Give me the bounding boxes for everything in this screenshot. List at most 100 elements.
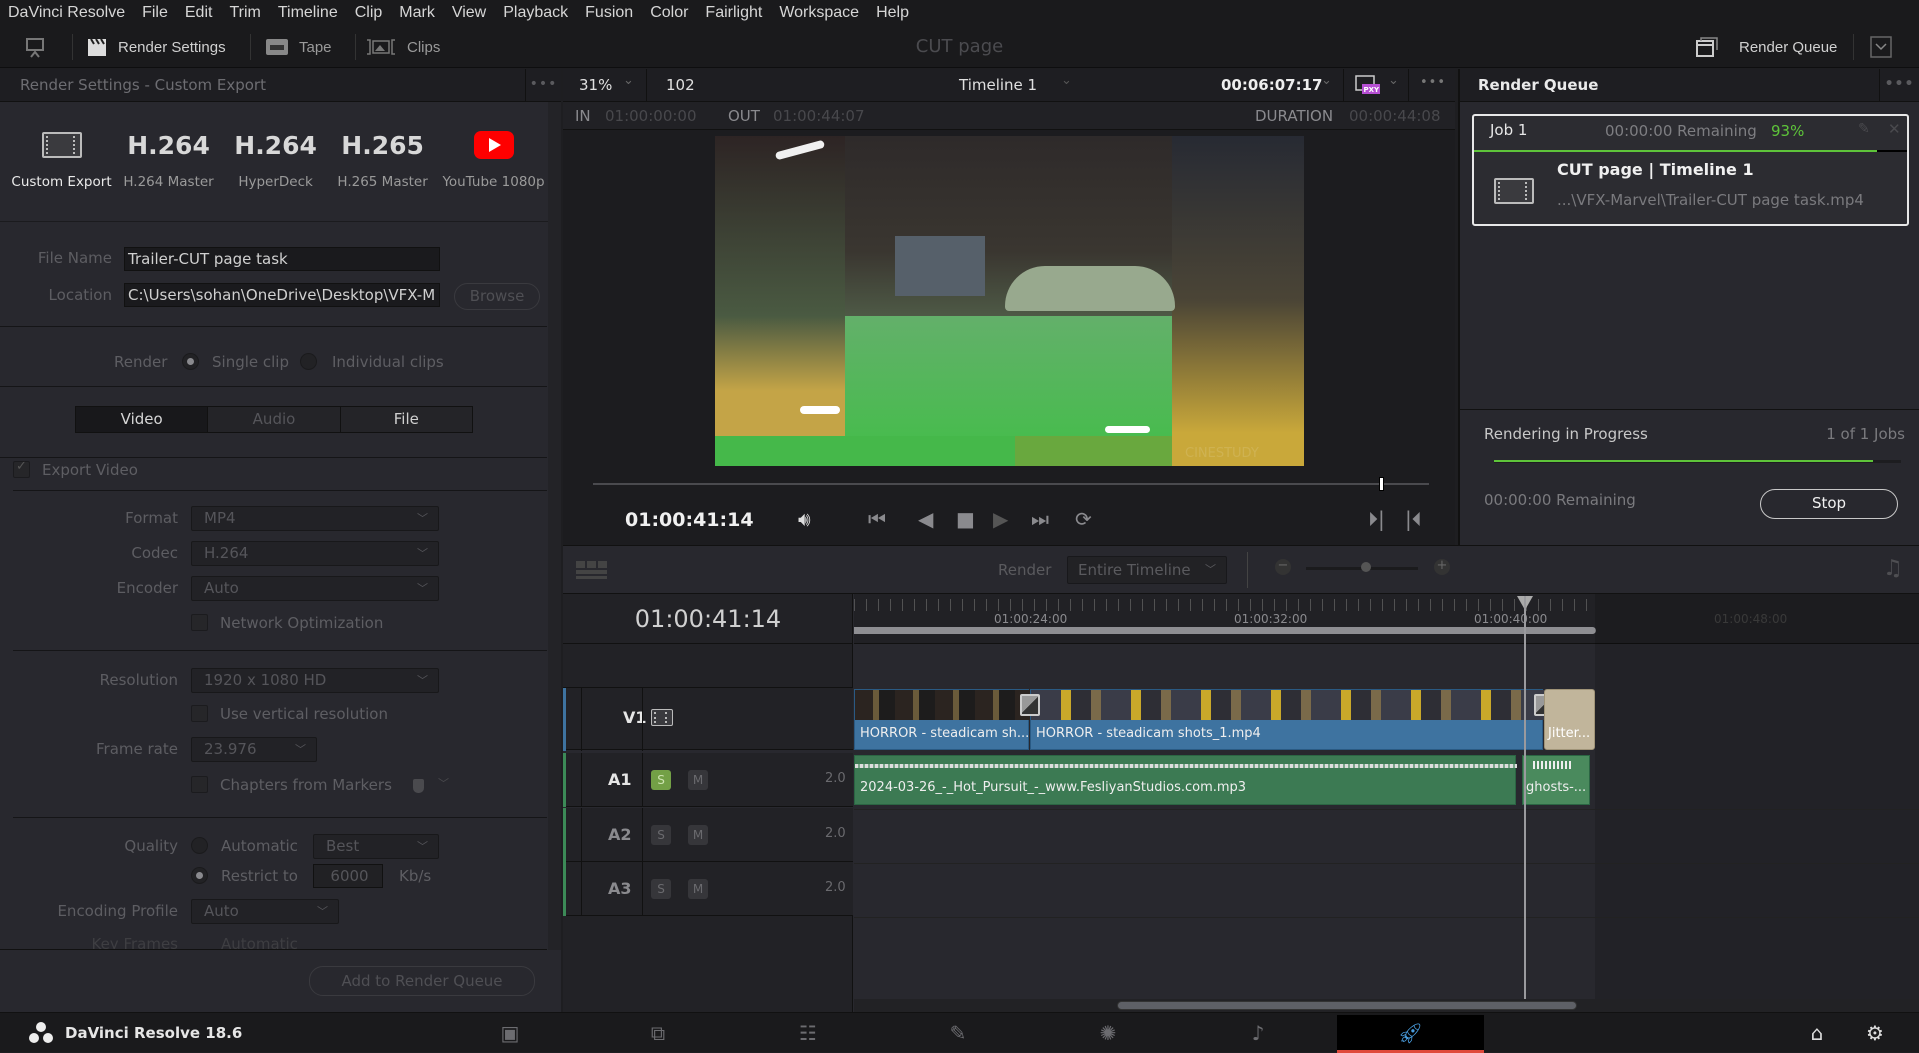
track-header-a1[interactable]: A1 S M 2.0 <box>563 753 853 807</box>
marker-color-icon[interactable] <box>413 779 424 793</box>
timeline-area[interactable]: 01:00:24:00 01:00:32:00 01:00:40:00 01:0… <box>854 594 1919 1013</box>
quality-automatic-radio[interactable] <box>191 837 208 854</box>
menu-fairlight[interactable]: Fairlight <box>705 4 762 22</box>
more-options-button[interactable]: ••• <box>525 69 561 102</box>
track-header-a2[interactable]: A2 S M 2.0 <box>563 808 853 862</box>
menu-view[interactable]: View <box>452 4 486 22</box>
preset-h265-master[interactable]: H.265 H.265 Master <box>329 120 436 221</box>
home-icon[interactable]: ⌂ <box>1787 1013 1847 1053</box>
preset-hyperdeck[interactable]: H.264 HyperDeck <box>222 120 329 221</box>
queue-options-button[interactable]: ••• <box>1879 69 1919 102</box>
menu-workspace[interactable]: Workspace <box>779 4 859 22</box>
zoom-level[interactable]: 31% <box>579 76 612 94</box>
encoding-profile-select[interactable]: Auto ﹀ <box>191 899 339 924</box>
menu-davinci[interactable]: DaVinci Resolve <box>8 4 125 22</box>
remove-job-icon[interactable]: ✕ <box>1888 120 1901 138</box>
add-to-render-queue-button[interactable]: Add to Render Queue <box>309 966 535 996</box>
chevron-down-icon[interactable]: ⌄ <box>1321 73 1332 88</box>
menu-mark[interactable]: Mark <box>399 4 435 22</box>
menu-color[interactable]: Color <box>650 4 688 22</box>
menu-playback[interactable]: Playback <box>503 4 568 22</box>
cut-page-icon[interactable]: ⧉ <box>628 1013 688 1053</box>
settings-gear-icon[interactable]: ⚙ <box>1845 1013 1905 1053</box>
preset-youtube[interactable]: YouTube 1080p <box>436 120 551 221</box>
edit-page-icon[interactable]: ☷ <box>778 1013 838 1053</box>
quality-select[interactable]: Best ﹀ <box>313 834 439 859</box>
playhead[interactable] <box>1524 596 1526 1006</box>
loop-button[interactable]: ⟳ <box>1075 507 1092 531</box>
tab-video[interactable]: Video <box>76 407 209 432</box>
stop-render-button[interactable]: Stop <box>1760 489 1898 519</box>
timeline-selector[interactable]: Timeline 1 <box>959 76 1037 94</box>
zoom-out-button[interactable]: − <box>1275 559 1291 575</box>
solo-button[interactable]: S <box>651 770 671 790</box>
edit-job-icon[interactable]: ✎ <box>1858 121 1870 137</box>
preset-custom-export[interactable]: Custom Export <box>8 120 115 221</box>
monitor-toggle[interactable] <box>24 26 46 68</box>
chevron-down-icon[interactable]: ⌄ <box>1388 73 1399 88</box>
browse-button[interactable]: Browse <box>454 283 540 310</box>
menu-file[interactable]: File <box>142 4 168 22</box>
clips-button[interactable]: Clips <box>365 26 440 68</box>
mute-button[interactable]: M <box>688 879 708 899</box>
render-range-bar[interactable] <box>854 627 1596 634</box>
zoom-in-button[interactable]: + <box>1434 559 1450 575</box>
audio-clip[interactable]: 2024-03-26_-_Hot_Pursuit_-_www.FesliyanS… <box>854 755 1517 805</box>
transition-icon[interactable] <box>1020 694 1040 716</box>
mark-out-button[interactable]: |⏴︎ <box>1405 507 1422 531</box>
scrub-handle[interactable] <box>1378 477 1384 491</box>
video-clip[interactable]: HORROR - steadicam shots_1.mp4 <box>1030 689 1544 750</box>
chapters-checkbox[interactable] <box>191 776 208 793</box>
track-header-v1[interactable]: V1 <box>563 687 853 751</box>
play-button[interactable]: ▶︎ <box>993 507 1008 531</box>
media-page-icon[interactable]: ▣ <box>480 1013 540 1053</box>
single-clip-radio[interactable] <box>182 353 199 370</box>
location-input[interactable]: C:\Users\sohan\OneDrive\Desktop\VFX-M <box>124 283 440 307</box>
audio-clip[interactable]: ghosts-... <box>1522 755 1590 805</box>
video-preview[interactable]: CINESTUDY <box>715 136 1304 466</box>
zoom-slider-handle[interactable] <box>1361 562 1371 572</box>
chevron-down-icon[interactable]: ﹀ <box>438 775 449 791</box>
menu-clip[interactable]: Clip <box>355 4 383 22</box>
go-to-end-button[interactable]: ⏭︎ <box>1031 507 1049 531</box>
menu-help[interactable]: Help <box>876 4 909 22</box>
menu-timeline[interactable]: Timeline <box>278 4 338 22</box>
render-range-select[interactable]: Entire Timeline ﹀ <box>1067 556 1227 584</box>
resolution-select[interactable]: 1920 x 1080 HD ﹀ <box>191 668 439 693</box>
solo-button[interactable]: S <box>651 825 671 845</box>
format-select[interactable]: MP4 ﹀ <box>191 506 439 531</box>
mark-in-button[interactable]: ⏵︎| <box>1368 507 1385 531</box>
timeline-scrollbar[interactable] <box>1117 1001 1577 1010</box>
viewer-options-button[interactable]: ••• <box>1420 75 1446 90</box>
render-settings-button[interactable]: Render Settings <box>86 26 226 68</box>
track-header-a3[interactable]: A3 S M 2.0 <box>563 862 853 916</box>
volume-icon[interactable]: 🔊︎ <box>798 507 811 531</box>
deliver-page-tab[interactable]: 🚀︎ <box>1337 1015 1484 1053</box>
audio-meter-icon[interactable]: ♫ <box>1883 556 1903 581</box>
fusion-page-icon[interactable]: ✎ <box>928 1013 988 1053</box>
chevron-down-icon[interactable]: ⌄ <box>623 73 634 88</box>
proxy-button[interactable]: PXY <box>1355 75 1381 99</box>
viewer-timecode[interactable]: 00:06:07:17 <box>1221 76 1323 94</box>
menu-trim[interactable]: Trim <box>229 4 260 22</box>
tab-audio[interactable]: Audio <box>208 407 341 432</box>
individual-clips-radio[interactable] <box>300 353 317 370</box>
timeline-layout-icon[interactable] <box>575 560 609 580</box>
bitrate-input[interactable]: 6000 <box>313 864 383 888</box>
settings-scrollbar[interactable] <box>548 102 561 950</box>
video-clip[interactable]: Jitter... <box>1544 689 1595 750</box>
fairlight-page-icon[interactable]: ♪ <box>1228 1013 1288 1053</box>
render-queue-toggle[interactable]: Render Queue <box>1695 26 1837 68</box>
chevron-down-icon[interactable]: ⌄ <box>1061 73 1072 88</box>
restrict-to-radio[interactable] <box>191 867 208 884</box>
tab-file[interactable]: File <box>340 407 472 432</box>
export-video-checkbox[interactable]: ✓ <box>13 459 30 478</box>
frame-rate-select[interactable]: 23.976 ﹀ <box>191 737 317 762</box>
file-name-input[interactable]: Trailer-CUT page task <box>124 247 440 271</box>
vertical-resolution-checkbox[interactable] <box>191 705 208 722</box>
play-reverse-button[interactable]: ◀︎ <box>918 507 933 531</box>
render-job[interactable]: Job 1 00:00:00 Remaining 93% ✎ ✕ CUT pag… <box>1472 114 1909 226</box>
mute-button[interactable]: M <box>688 825 708 845</box>
go-to-start-button[interactable]: ⏮︎ <box>868 507 886 531</box>
video-clip[interactable]: HORROR - steadicam sh... <box>854 689 1030 750</box>
